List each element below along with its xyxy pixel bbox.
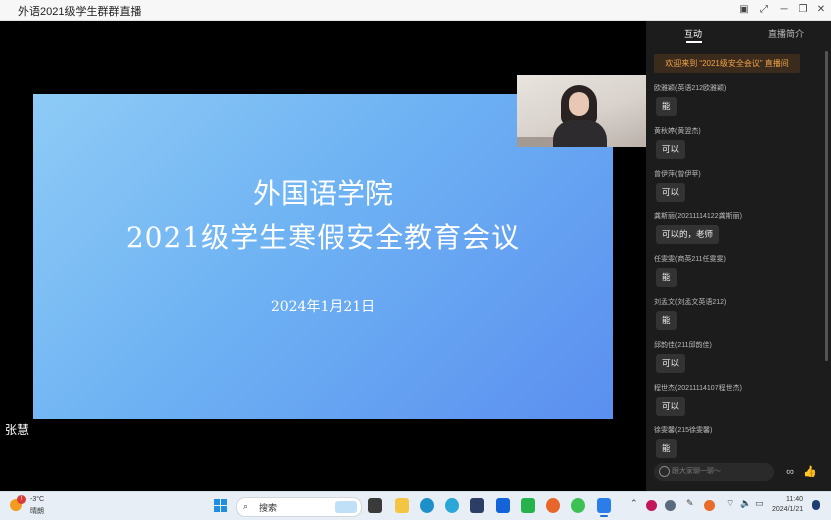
- restore-icon[interactable]: ❐: [795, 2, 811, 18]
- clock-time[interactable]: 11:40: [786, 496, 803, 503]
- like-icon[interactable]: 👍: [803, 465, 817, 479]
- chat-message: 刘孟文(刘孟文英语212) 能: [654, 297, 824, 340]
- window-titlebar: 外语2021级学生群群直播 ▣ ⤢ ─ ❐ ✕: [0, 0, 831, 21]
- chat-bubble: 能: [656, 439, 677, 459]
- search-placeholder: 搜索: [259, 503, 278, 513]
- notification-icon[interactable]: [812, 500, 820, 510]
- wechat-icon[interactable]: [521, 498, 535, 513]
- tray-pen-icon[interactable]: ✎: [686, 498, 694, 509]
- chat-message: 任雯雯(商英211任雯雯) 能: [654, 254, 824, 297]
- tray-app2-icon[interactable]: [704, 500, 715, 511]
- emoji-icon[interactable]: [659, 466, 670, 477]
- chat-bubble: 能: [656, 310, 677, 330]
- file-explorer-icon[interactable]: [395, 498, 409, 513]
- taskbar-search[interactable]: ⌕ 搜索: [236, 497, 362, 517]
- interaction-panel: 互动 直播简介 欢迎来到 “2021级安全会议” 直播间 欧雅颖(英语212欧雅…: [646, 21, 831, 491]
- welcome-banner: 欢迎来到 “2021级安全会议” 直播间: [654, 54, 800, 73]
- edge-icon[interactable]: [420, 498, 434, 513]
- search-icon: ⌕: [243, 501, 249, 511]
- window-title: 外语2021级学生群群直播: [18, 6, 142, 18]
- tray-app-icon[interactable]: [646, 500, 657, 511]
- weather-temperature[interactable]: -3°C: [30, 496, 44, 503]
- tab-interaction[interactable]: 互动: [684, 27, 702, 40]
- chat-username: 邱韵佳(211邱韵佳): [654, 341, 712, 349]
- chat-message: 曾伊萍(曾伊苹) 可以: [654, 169, 824, 212]
- chat-scrollbar[interactable]: [825, 51, 828, 361]
- minimize-icon[interactable]: ─: [776, 2, 792, 18]
- slide-heading: 外国语学院: [252, 177, 393, 210]
- camera-background-shelf: [517, 137, 557, 147]
- chat-bubble: 能: [656, 97, 677, 116]
- chat-input-placeholder: 跟大家聊一聊～: [672, 468, 721, 475]
- store-icon[interactable]: [470, 498, 484, 513]
- tray-sync-icon[interactable]: [665, 500, 676, 511]
- slide-title: 2021级学生寒假安全教育会议: [125, 221, 521, 254]
- chat-bubble: 可以: [656, 182, 686, 202]
- browser-icon[interactable]: [445, 498, 459, 513]
- chat-username: 任雯雯(商英211任雯雯): [654, 256, 726, 264]
- chat-message: 龚斯丽(20211114122龚斯丽) 可以的，老师: [654, 211, 824, 254]
- tray-overflow-icon[interactable]: ⌃: [630, 498, 638, 509]
- start-button[interactable]: [214, 499, 228, 513]
- chat-username: 欧雅颖(英语212欧雅颖): [654, 85, 727, 92]
- chat-app-icon[interactable]: [571, 498, 585, 513]
- chat-username: 龚斯丽(20211114122龚斯丽): [654, 213, 742, 221]
- app-shield-icon[interactable]: [496, 498, 510, 513]
- volume-icon[interactable]: 🔈: [740, 498, 751, 509]
- clock-date[interactable]: 2024/1/21: [772, 506, 803, 513]
- chat-username: 黄秋婷(黄翌杰): [654, 127, 701, 135]
- chat-message: 程世杰(20211114107程世杰) 可以: [654, 383, 824, 426]
- slide-date: 2024年1月21日: [270, 299, 376, 315]
- firefox-icon[interactable]: [546, 498, 560, 513]
- chat-message: 徐雯馨(215徐雯馨) 能: [654, 425, 824, 468]
- chat-message: 欧雅颖(英语212欧雅颖) 能: [654, 83, 824, 126]
- speaker-name-label: 张慧: [2, 420, 33, 439]
- chat-bubble: 可以的，老师: [656, 225, 720, 245]
- chat-username: 刘孟文(刘孟文英语212): [654, 298, 727, 306]
- chat-username: 徐雯馨(215徐雯馨): [654, 427, 713, 435]
- task-view-icon[interactable]: [368, 498, 382, 513]
- weather-description[interactable]: 晴朗: [30, 506, 44, 516]
- wifi-icon[interactable]: ⌔: [726, 498, 734, 509]
- pip-icon[interactable]: ▣: [736, 2, 752, 18]
- chat-username: 曾伊萍(曾伊苹): [654, 170, 701, 178]
- link-icon[interactable]: ∞: [783, 465, 797, 479]
- chat-bubble: 可以: [656, 139, 686, 159]
- live-app-icon[interactable]: [597, 498, 611, 517]
- battery-icon[interactable]: ▭: [755, 498, 764, 509]
- chat-message: 邱韵佳(211邱韵佳) 可以: [654, 340, 824, 383]
- windows-taskbar: ! -3°C 晴朗 ⌕ 搜索 ⌃ ✎ ⌔ 🔈 ▭ 11:40 2024/1/21: [0, 491, 831, 520]
- close-icon[interactable]: ✕: [813, 2, 829, 18]
- presenter-face: [569, 92, 589, 116]
- presenter-body: [553, 120, 607, 147]
- tab-live-intro[interactable]: 直播简介: [768, 27, 804, 40]
- fullscreen-icon[interactable]: ⤢: [756, 2, 772, 18]
- weather-alert-badge: !: [17, 495, 26, 504]
- chat-input[interactable]: 跟大家聊一聊～: [654, 463, 774, 481]
- presenter-camera[interactable]: [517, 75, 646, 147]
- chat-message-list[interactable]: 欧雅颖(英语212欧雅颖) 能 黄秋婷(黄翌杰) 可以 曾伊萍(曾伊苹) 可以 …: [654, 83, 824, 468]
- chat-bubble: 能: [656, 268, 677, 288]
- active-tab-indicator: [686, 41, 702, 43]
- chat-bubble: 可以: [656, 353, 686, 373]
- chat-bubble: 可以: [656, 396, 686, 416]
- chat-username: 程世杰(20211114107程世杰): [654, 384, 742, 392]
- chat-message: 黄秋婷(黄翌杰) 可以: [654, 126, 824, 169]
- search-highlight-image: [335, 501, 357, 513]
